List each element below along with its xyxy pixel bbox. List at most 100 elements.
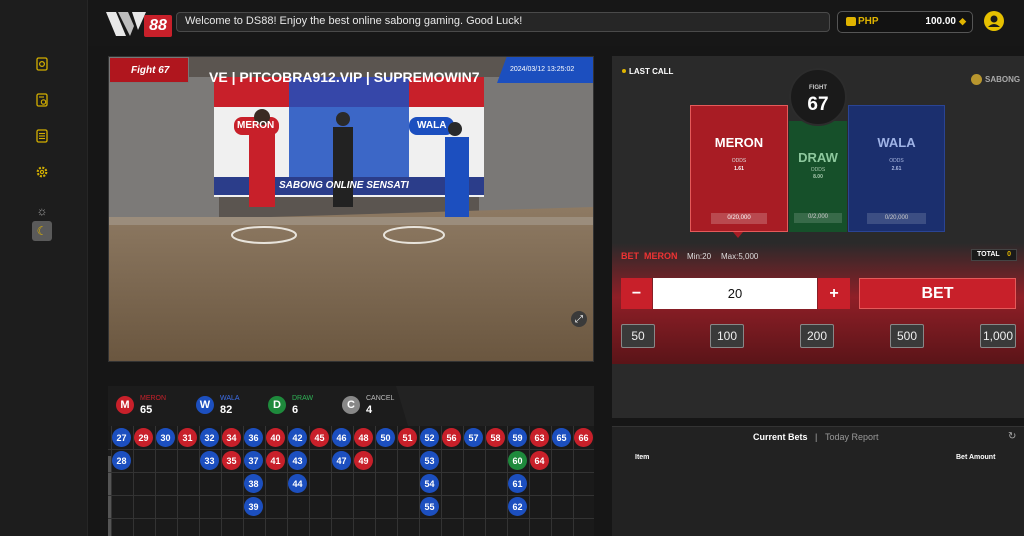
board-grid-line bbox=[199, 426, 200, 536]
stats-header bbox=[108, 386, 408, 426]
result-bead: 65 bbox=[552, 428, 571, 447]
draw-odds-label: ODDS bbox=[810, 167, 826, 173]
quick-amount-500-button[interactable]: 500 bbox=[890, 324, 924, 348]
result-bead: 57 bbox=[464, 428, 483, 447]
wallet-icon bbox=[846, 17, 856, 26]
light-mode-icon[interactable]: ☼ bbox=[32, 201, 52, 221]
selected-pointer-icon bbox=[733, 232, 743, 238]
sabong-icon[interactable] bbox=[34, 56, 50, 72]
logo-number: 88 bbox=[149, 17, 167, 34]
result-bead: 61 bbox=[508, 474, 527, 493]
bet-prefix: BET bbox=[621, 251, 639, 261]
fight-number-label: Fight 67 bbox=[131, 65, 170, 76]
result-bead: 62 bbox=[508, 497, 527, 516]
min-bet: Min:20 bbox=[687, 252, 712, 261]
live-video-stream[interactable]: VE | PITCOBRA912.VIP | SUPREMOWIN7 MERON… bbox=[108, 56, 594, 362]
tab-separator: | bbox=[815, 432, 818, 442]
cancel-badge: C bbox=[342, 396, 360, 414]
ds88-logo[interactable]: 88 bbox=[106, 10, 174, 40]
board-grid-line bbox=[265, 426, 266, 536]
refresh-icon[interactable]: ↻ bbox=[1008, 431, 1016, 442]
result-bead: 42 bbox=[288, 428, 307, 447]
balance-amount: 100.00 bbox=[925, 16, 956, 27]
tab-today-report[interactable]: Today Report bbox=[825, 432, 879, 442]
result-bead: 35 bbox=[222, 451, 241, 470]
board-grid-line bbox=[573, 426, 574, 536]
settings-gear-icon[interactable] bbox=[34, 164, 50, 180]
quick-amount-200-button[interactable]: 200 bbox=[800, 324, 834, 348]
board-grid-line bbox=[397, 426, 398, 536]
result-bead: 34 bbox=[222, 428, 241, 447]
report-icon[interactable] bbox=[34, 128, 50, 144]
result-bead: 43 bbox=[288, 451, 307, 470]
currency-label: PHP bbox=[858, 16, 879, 27]
result-bead: 28 bbox=[112, 451, 131, 470]
wallet-balance[interactable]: PHP 100.00 ◆ bbox=[837, 11, 973, 33]
wala-bet-card[interactable]: WALA ODDS 2.61 0/20,000 bbox=[848, 105, 945, 232]
result-bead: 52 bbox=[420, 428, 439, 447]
dark-mode-icon[interactable]: ☾ bbox=[32, 221, 52, 241]
draw-stat-label: DRAW bbox=[292, 395, 314, 402]
bet-amount-column-header: Bet Amount bbox=[956, 454, 996, 461]
board-grid-line bbox=[309, 426, 310, 536]
meron-bet-card[interactable]: MERON ODDS 1.61 0/20,000 bbox=[690, 105, 788, 232]
user-avatar-icon[interactable] bbox=[984, 11, 1004, 31]
result-bead: 60 bbox=[508, 451, 527, 470]
board-grid-line bbox=[331, 426, 332, 536]
cancel-stat-label: CANCEL bbox=[366, 395, 395, 402]
total-value: 0 bbox=[1007, 251, 1011, 258]
fullscreen-toggle-icon[interactable]: ⤢ bbox=[571, 311, 587, 327]
place-bet-button[interactable]: BET bbox=[859, 278, 1016, 309]
game-label: SABONG bbox=[985, 75, 1021, 84]
result-bead: 30 bbox=[156, 428, 175, 447]
result-bead: 59 bbox=[508, 428, 527, 447]
draw-card-name: DRAW bbox=[798, 150, 838, 165]
rooster-icon bbox=[971, 74, 982, 85]
result-bead: 41 bbox=[266, 451, 285, 470]
stage-sabong-text: SABONG ONLINE SENSATI bbox=[279, 180, 409, 191]
board-grid-line bbox=[108, 518, 594, 519]
results-board: 27 28 29 30 31 32 33 34 35 36 37 38 39 40 41 42 43 44 45 46… bbox=[108, 426, 594, 536]
draw-bet-card[interactable]: DRAW ODDS 8.00 0/2,000 bbox=[789, 121, 847, 232]
tab-current-bets[interactable]: Current Bets bbox=[753, 432, 808, 442]
fight-number: 67 bbox=[807, 94, 829, 115]
quick-amount-50-button[interactable]: 50 bbox=[621, 324, 655, 348]
board-grid-line bbox=[108, 472, 594, 473]
board-grid-line bbox=[177, 426, 178, 536]
result-bead: 33 bbox=[200, 451, 219, 470]
result-bead: 39 bbox=[244, 497, 263, 516]
result-bead: 31 bbox=[178, 428, 197, 447]
result-bead: 46 bbox=[332, 428, 351, 447]
bet-history-icon[interactable] bbox=[34, 92, 50, 108]
meron-stat-label: MERON bbox=[140, 395, 167, 402]
wala-odds-label: ODDS bbox=[889, 158, 904, 164]
fight-number-circle: FIGHT 67 bbox=[789, 68, 847, 126]
draw-odds-value: 8.00 bbox=[813, 174, 823, 180]
board-grid-line bbox=[155, 426, 156, 536]
result-bead: 54 bbox=[420, 474, 439, 493]
total-badge: TOTAL 0 bbox=[971, 249, 1017, 261]
quick-amount-1000-button[interactable]: 1,000 bbox=[980, 324, 1016, 348]
board-grid-line bbox=[551, 426, 552, 536]
result-bead: 29 bbox=[134, 428, 153, 447]
board-grid-line bbox=[529, 426, 530, 536]
fight-caption: FIGHT bbox=[809, 85, 827, 91]
board-grid-line bbox=[108, 449, 594, 450]
quick-amount-100-button[interactable]: 100 bbox=[710, 324, 744, 348]
result-bead: 27 bbox=[112, 428, 131, 447]
result-bead: 32 bbox=[200, 428, 219, 447]
increase-amount-button[interactable]: + bbox=[818, 278, 850, 309]
board-grid-line bbox=[108, 495, 594, 496]
betting-panel: LAST CALL SABONG MERON ODDS 1.61 0/20,00… bbox=[612, 56, 1024, 418]
wala-stat-label: WALA bbox=[220, 395, 240, 402]
stream-datetime: 2024/03/12 13:25:02 bbox=[510, 66, 575, 73]
meron-stat-count: 65 bbox=[140, 404, 153, 416]
decrease-amount-button[interactable]: − bbox=[621, 278, 652, 309]
board-grid-line bbox=[133, 426, 134, 536]
sidebar: ☼ ☾ bbox=[0, 0, 88, 536]
wala-badge: W bbox=[196, 396, 214, 414]
meron-badge: M bbox=[116, 396, 134, 414]
current-bets-panel: Current Bets | Today Report ↻ Item Bet A… bbox=[612, 426, 1024, 536]
status-dot-icon bbox=[622, 69, 626, 73]
bet-amount-input[interactable]: 20 bbox=[653, 278, 817, 309]
